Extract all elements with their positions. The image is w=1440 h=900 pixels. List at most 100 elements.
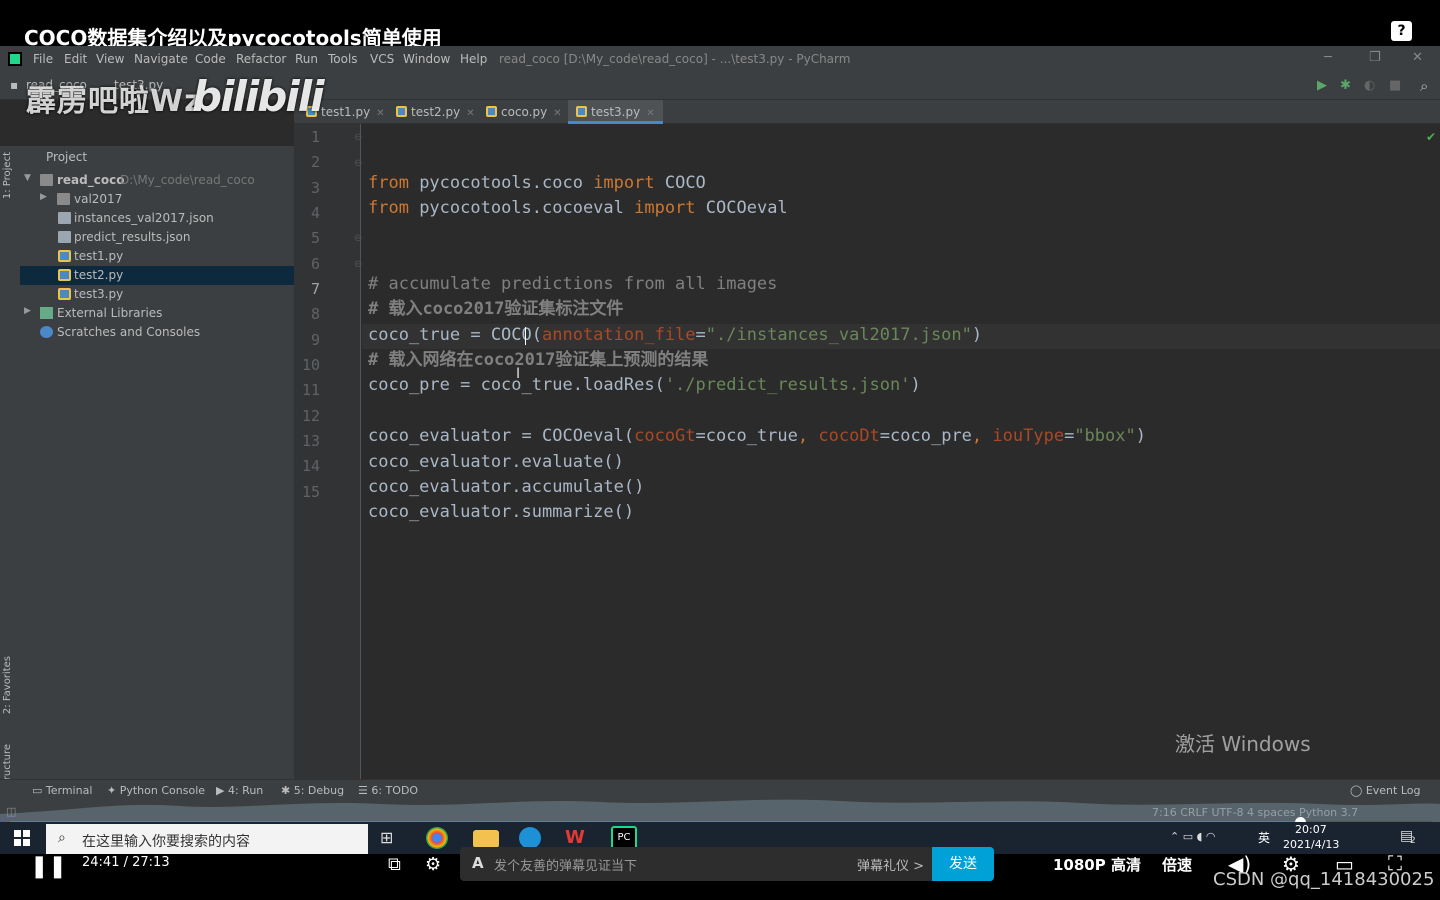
run-icon[interactable]: ▶	[1317, 78, 1327, 93]
code-token: "./instances_val2017.json"	[705, 325, 972, 345]
tree-item-label: test1.py	[74, 249, 124, 263]
close-tab-icon[interactable]: ✕	[466, 108, 474, 119]
danmaku-input[interactable]: A 发个友善的弹幕见证当下 弹幕礼仪 > 发送	[460, 847, 994, 881]
danmaku-toggle-icon[interactable]: ⧉	[388, 854, 401, 875]
json-file-icon	[58, 212, 71, 224]
ime-indicator[interactable]: 英	[1258, 829, 1270, 846]
tree-item-test2[interactable]: test2.py	[20, 266, 294, 285]
system-clock[interactable]: 20:07 2021/4/13	[1283, 822, 1339, 852]
line-number: 15	[301, 483, 320, 501]
close-tab-icon[interactable]: ✕	[553, 108, 561, 119]
tab-test3[interactable]: test3.py ✕	[568, 100, 663, 124]
tree-item-test1[interactable]: test1.py	[20, 247, 294, 266]
code-line-9: coco_pre = coco_true.loadRes('./predict_…	[368, 373, 921, 397]
file-explorer-icon[interactable]	[473, 830, 499, 848]
code-token: pycocotools.coco	[408, 173, 594, 193]
tree-item-label: External Libraries	[57, 306, 163, 320]
quality-button[interactable]: 1080P 高清	[1053, 854, 1141, 875]
edge-icon[interactable]	[519, 827, 541, 849]
time-current: 24:41	[82, 855, 120, 870]
project-pane-title: Project	[46, 150, 88, 164]
code-line-12: coco_evaluator.evaluate()	[368, 452, 624, 472]
menu-run[interactable]: Run	[295, 52, 318, 66]
tab-test2[interactable]: test2.py ✕	[396, 100, 475, 124]
menu-edit[interactable]: Edit	[64, 52, 87, 66]
close-tab-icon[interactable]: ✕	[646, 108, 654, 119]
task-view-icon[interactable]: ⊞	[380, 828, 406, 852]
fold-marker-icon[interactable]: ⊖	[354, 158, 362, 169]
menu-vcs[interactable]: VCS	[370, 52, 394, 66]
project-pane: Project ▼ read_coco D:\My_code\read_coco…	[20, 146, 294, 823]
chevron-right-icon[interactable]: ▶	[40, 192, 47, 202]
line-number: 6	[310, 255, 320, 273]
close-icon[interactable]: ✕	[1412, 50, 1423, 65]
menu-window[interactable]: Window	[403, 52, 450, 66]
pause-icon[interactable]: ❚❚	[30, 854, 67, 879]
danmaku-etiquette-link[interactable]: 弹幕礼仪 >	[857, 855, 924, 874]
python-file-icon	[576, 106, 587, 117]
tree-item-test3[interactable]: test3.py	[20, 285, 294, 304]
library-icon	[40, 307, 53, 319]
python-file-icon	[58, 250, 71, 262]
line-number: 13	[301, 432, 320, 450]
windows-start-icon[interactable]	[14, 830, 30, 846]
screen: COCO数据集介绍以及pycocotools简单使用 ? File Edit V…	[0, 0, 1440, 900]
tree-item-instances-json[interactable]: instances_val2017.json	[20, 209, 294, 228]
danmaku-style-icon[interactable]: A	[472, 854, 484, 872]
clock-date: 2021/4/13	[1283, 838, 1340, 851]
code-token: cocoDt	[818, 426, 880, 446]
favorites-toolwindow-tab[interactable]: 2: Favorites	[2, 656, 13, 714]
inspection-ok-icon[interactable]: ✔	[1426, 130, 1436, 144]
chrome-icon[interactable]	[426, 827, 448, 849]
tree-item-predict-json[interactable]: predict_results.json	[20, 228, 294, 247]
clock-time: 20:07	[1295, 823, 1327, 836]
taskbar-search-input[interactable]: ⌕ 在这里输入你要搜索的内容	[46, 824, 368, 854]
chevron-right-icon[interactable]: ▶	[24, 306, 31, 316]
code-token: coco_true = COCO(	[368, 325, 542, 345]
debug-icon[interactable]: ✱	[1340, 78, 1351, 93]
close-tab-icon[interactable]: ✕	[376, 108, 384, 119]
fold-marker-icon[interactable]: ⊖	[354, 259, 362, 270]
minimize-icon[interactable]: ─	[1324, 50, 1332, 65]
tray-icons[interactable]: ⌃ ▭ ◖ ◠	[1170, 830, 1216, 843]
menu-view[interactable]: View	[96, 52, 124, 66]
code-line-6: # 载入coco2017验证集标注文件	[368, 299, 624, 319]
speed-button[interactable]: 倍速	[1162, 854, 1192, 875]
restore-icon[interactable]: ❐	[1369, 50, 1381, 65]
menu-tools[interactable]: Tools	[328, 52, 358, 66]
line-number: 12	[301, 407, 320, 425]
code-token: =coco_true	[695, 426, 798, 446]
help-icon[interactable]: ?	[1391, 21, 1412, 41]
chevron-down-icon[interactable]: ▼	[24, 173, 31, 183]
danmaku-settings-icon[interactable]: ⚙	[425, 854, 441, 875]
search-icon: ⌕	[58, 830, 66, 846]
menu-navigate[interactable]: Navigate	[134, 52, 188, 66]
tab-coco[interactable]: coco.py ✕	[486, 100, 562, 124]
menu-help[interactable]: Help	[460, 52, 487, 66]
search-icon[interactable]: ⌕	[1420, 77, 1428, 95]
project-toolwindow-tab[interactable]: 1: Project	[2, 152, 13, 199]
tree-item-val2017[interactable]: ▶ val2017	[20, 190, 294, 209]
fold-marker-icon[interactable]: ⊖	[354, 132, 362, 143]
scratches-icon	[40, 326, 53, 338]
folder-icon	[40, 174, 53, 186]
tab-label: test3.py	[591, 105, 641, 119]
danmaku-density-graph	[0, 799, 1440, 822]
coverage-icon[interactable]: ◐	[1364, 78, 1375, 93]
fold-marker-icon[interactable]: ⊖	[354, 233, 362, 244]
menu-code[interactable]: Code	[195, 52, 226, 66]
code-token: "bbox"	[1074, 426, 1136, 446]
tree-item-external-libraries[interactable]: ▶ External Libraries	[20, 304, 294, 323]
code-token: )	[910, 375, 921, 395]
line-number: 9	[310, 331, 320, 349]
tree-item-label: test3.py	[74, 287, 124, 301]
python-file-icon	[486, 106, 497, 117]
menu-refactor[interactable]: Refactor	[236, 52, 286, 66]
tree-item-scratches[interactable]: Scratches and Consoles	[20, 323, 294, 342]
line-number: 5	[310, 229, 320, 247]
stop-icon[interactable]: ■	[1389, 78, 1401, 93]
send-danmaku-button[interactable]: 发送	[932, 847, 994, 881]
code-token: ,	[797, 426, 819, 446]
menu-file[interactable]: File	[33, 52, 53, 66]
tree-root[interactable]: ▼ read_coco D:\My_code\read_coco	[20, 171, 294, 190]
